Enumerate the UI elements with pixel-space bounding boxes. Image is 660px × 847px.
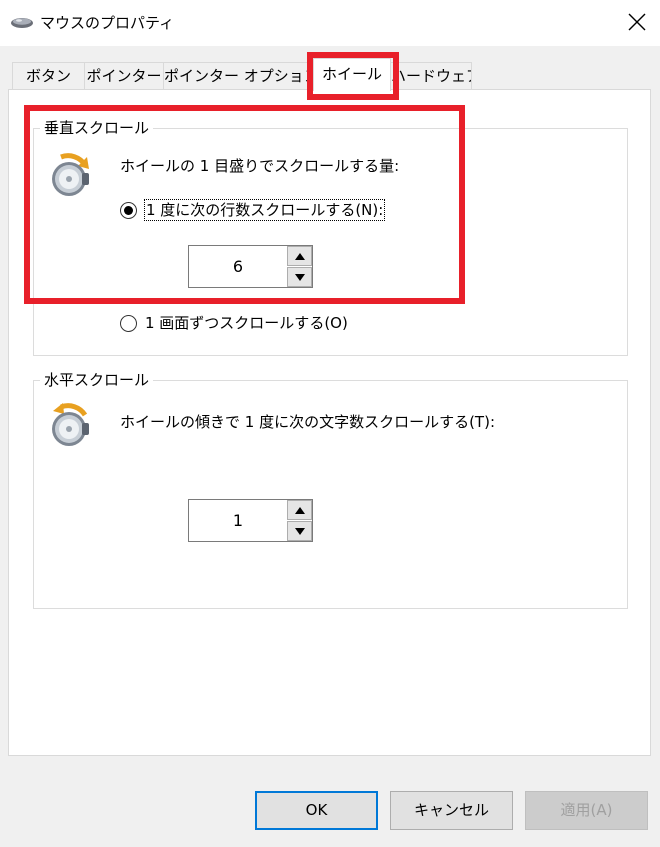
radio-screen[interactable] xyxy=(120,315,137,332)
chars-value[interactable]: 1 xyxy=(189,500,287,541)
window-title: マウスのプロパティ xyxy=(40,14,175,32)
vertical-scroll-highlight-box xyxy=(24,105,465,304)
arrow-up-icon xyxy=(295,507,305,514)
arrow-down-icon xyxy=(295,528,305,535)
tab-pointers[interactable]: ポインター xyxy=(84,62,164,89)
horizontal-prompt: ホイールの傾きで 1 度に次の文字数スクロールする(T): xyxy=(120,413,496,431)
horizontal-scroll-group: 水平スクロール ホイールの傾きで 1 度に次の文字数スクロールする(T): 1 xyxy=(33,369,628,609)
apply-button[interactable]: 適用(A) xyxy=(525,791,648,830)
chars-up-button[interactable] xyxy=(287,500,312,520)
chars-down-button[interactable] xyxy=(287,521,312,541)
tab-highlight-box xyxy=(307,52,399,100)
tab-hardware[interactable]: ハードウェア xyxy=(390,62,472,89)
horizontal-scroll-title: 水平スクロール xyxy=(40,369,154,391)
tab-buttons[interactable]: ボタン xyxy=(12,62,85,89)
chars-spinbox[interactable]: 1 xyxy=(188,499,313,542)
close-button[interactable] xyxy=(614,0,660,46)
cancel-button[interactable]: キャンセル xyxy=(390,791,513,830)
tab-pointer-options[interactable]: ポインター オプション xyxy=(163,62,312,89)
radio-screen-option[interactable]: 1 画面ずつスクロールする(O) xyxy=(120,312,420,336)
close-icon xyxy=(628,13,646,31)
ok-button[interactable]: OK xyxy=(255,791,378,830)
title-bar: マウスのプロパティ xyxy=(0,0,660,46)
mouse-tilt-wheel-icon xyxy=(47,401,95,449)
mouse-icon xyxy=(10,14,34,30)
radio-screen-label[interactable]: 1 画面ずつスクロールする(O) xyxy=(144,312,349,334)
